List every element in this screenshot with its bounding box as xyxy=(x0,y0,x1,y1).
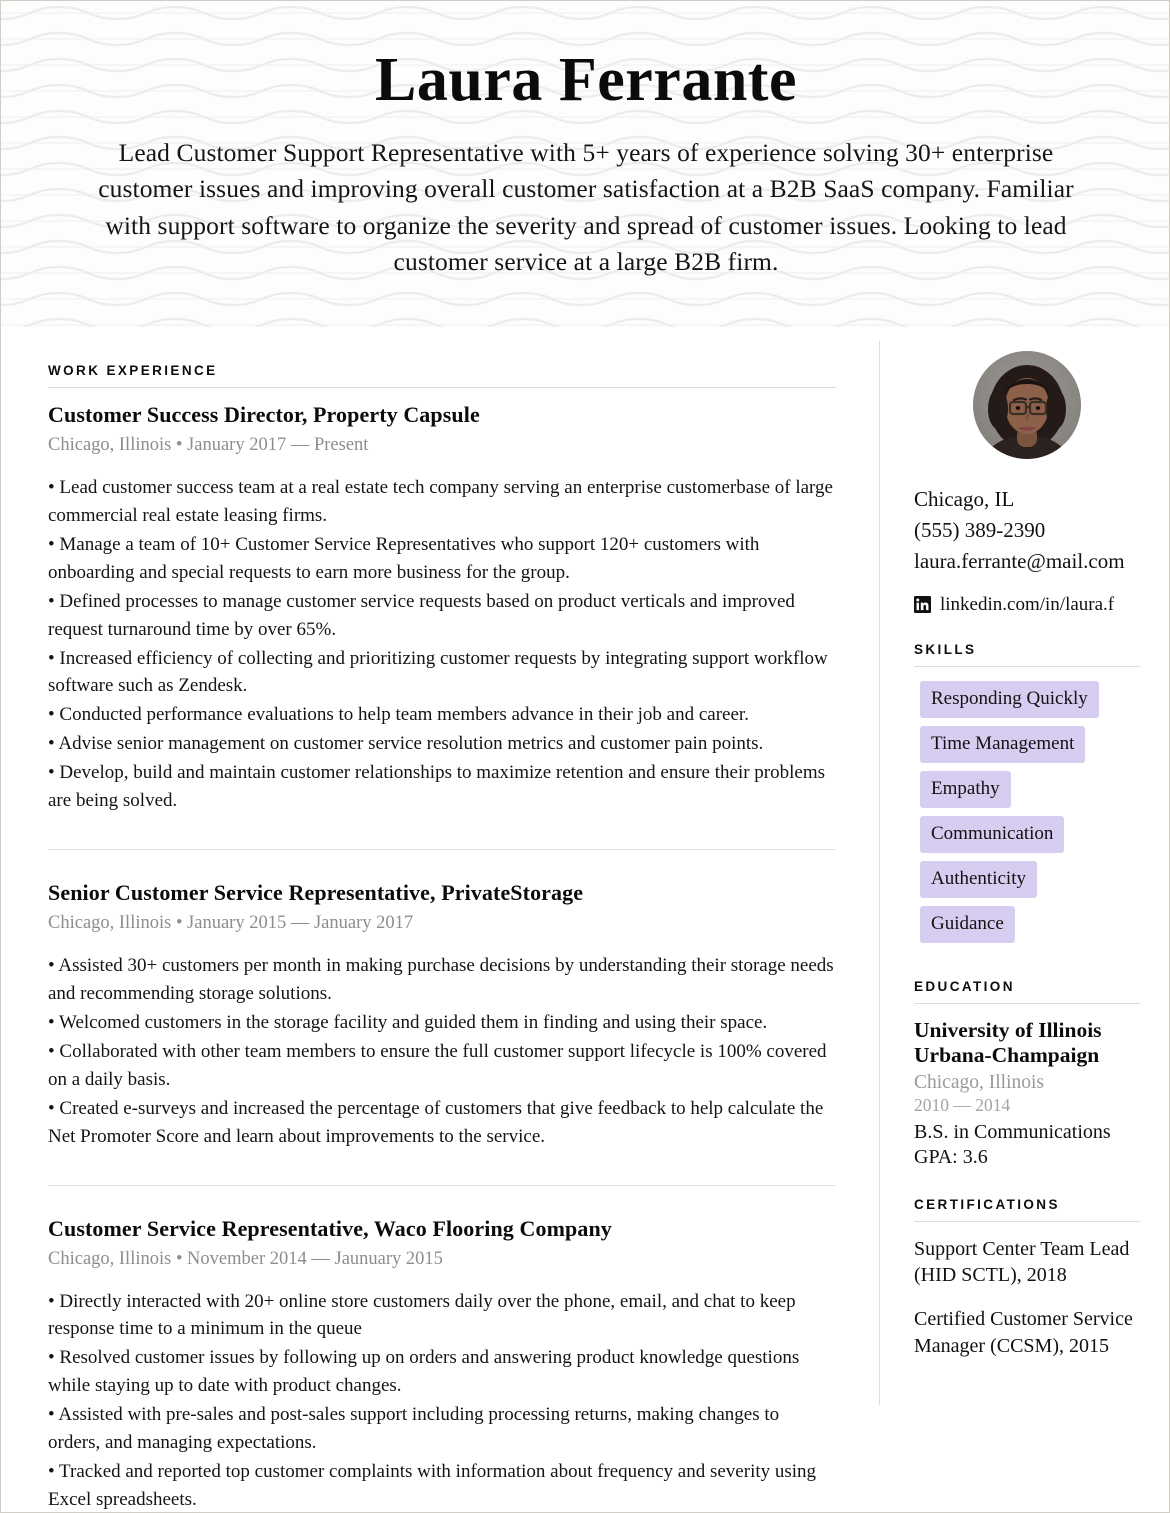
certification-item: Certified Customer Service Manager (CCSM… xyxy=(914,1307,1133,1357)
job-bullet: • Assisted with pre-sales and post-sales… xyxy=(48,1404,780,1454)
section-rule-skills xyxy=(914,665,1140,667)
sidebar-column: Chicago, IL (555) 389-2390 laura.ferrant… xyxy=(914,351,1140,1376)
skill-pill: Empathy xyxy=(920,770,1011,808)
job-bullet: • Welcomed customers in the storage faci… xyxy=(48,1011,768,1033)
linkedin-url-text: linkedin.com/in/laura.f xyxy=(940,593,1115,615)
job-bullet: • Manage a team of 10+ Customer Service … xyxy=(48,533,760,583)
job-bullet: • Defined processes to manage customer s… xyxy=(48,590,795,640)
linkedin-icon xyxy=(914,596,931,614)
contact-email[interactable]: laura.ferrante@mail.com xyxy=(914,547,1140,576)
work-experience-entry: Customer Success Director, Property Caps… xyxy=(48,402,836,815)
education-school: University of Illinois Urbana-Champaign xyxy=(914,1017,1102,1067)
section-rule xyxy=(48,387,836,388)
section-rule-certifications xyxy=(914,1220,1140,1222)
skill-pill: Time Management xyxy=(920,725,1086,763)
education-gpa: GPA: 3.6 xyxy=(914,1145,988,1168)
certification-item: Support Center Team Lead (HID SCTL), 201… xyxy=(914,1237,1130,1287)
skill-pill: Responding Quickly xyxy=(920,680,1099,718)
job-bullet: • Tracked and reported top customer comp… xyxy=(48,1461,817,1510)
section-heading-work-experience: WORK EXPERIENCE xyxy=(48,363,218,378)
job-title: Customer Service Representative, Waco Fl… xyxy=(48,1215,612,1241)
section-heading-skills: SKILLS xyxy=(914,641,977,657)
education-degree: B.S. in Communications xyxy=(914,1120,1111,1143)
main-column: WORK EXPERIENCE Customer Success Directo… xyxy=(48,363,836,1512)
skill-pill: Communication xyxy=(920,815,1065,853)
job-bullet: • Conducted performance evaluations to h… xyxy=(48,704,749,726)
education-dates: 2010 — 2014 xyxy=(914,1094,1011,1115)
profile-photo-icon xyxy=(973,351,1081,459)
avatar-container xyxy=(914,351,1140,459)
job-separator xyxy=(48,1184,836,1186)
column-divider xyxy=(879,341,880,1405)
job-bullet: • Collaborated with other team members t… xyxy=(48,1040,827,1090)
section-heading-education: EDUCATION xyxy=(914,978,1015,994)
job-bullet: • Advise senior management on customer s… xyxy=(48,733,764,755)
job-bullet-list: • Assisted 30+ customers per month in ma… xyxy=(48,952,836,1150)
page-title: Laura Ferrante xyxy=(375,46,797,114)
job-bullet: • Directly interacted with 20+ online st… xyxy=(48,1290,796,1340)
professional-summary: Lead Customer Support Representative wit… xyxy=(98,138,1074,276)
skills-list: Responding Quickly Time Management Empathy… xyxy=(914,680,1140,951)
job-title: Customer Success Director, Property Caps… xyxy=(48,402,480,427)
education-entry: University of Illinois Urbana-Champaign … xyxy=(914,1018,1140,1169)
job-bullet: • Develop, build and maintain customer r… xyxy=(48,762,826,812)
job-bullet: • Resolved customer issues by following … xyxy=(48,1347,800,1397)
job-bullet: • Assisted 30+ customers per month in ma… xyxy=(48,955,834,1004)
job-meta: Chicago, Illinois • November 2014 — Jaun… xyxy=(48,1248,443,1269)
resume-header: Laura Ferrante Lead Customer Support Rep… xyxy=(1,1,1169,327)
work-experience-entry: Senior Customer Service Representative, … xyxy=(48,880,836,1150)
job-bullet: • Created e-surveys and increased the pe… xyxy=(48,1097,824,1147)
avatar xyxy=(973,351,1081,459)
job-separator xyxy=(48,849,836,851)
resume-body: WORK EXPERIENCE Customer Success Directo… xyxy=(1,327,1169,1512)
work-experience-entry: Customer Service Representative, Waco Fl… xyxy=(48,1215,836,1512)
contact-location: Chicago, IL xyxy=(914,487,1015,511)
job-bullet: • Lead customer success team at a real e… xyxy=(48,477,833,526)
skill-pill: Guidance xyxy=(920,905,1015,943)
education-location: Chicago, Illinois xyxy=(914,1071,1044,1093)
job-title: Senior Customer Service Representative, … xyxy=(48,880,584,906)
job-bullet-list: • Directly interacted with 20+ online st… xyxy=(48,1288,836,1512)
skill-pill: Authenticity xyxy=(920,860,1037,898)
section-rule-education xyxy=(914,1002,1140,1004)
work-experience-list: Customer Success Director, Property Caps… xyxy=(48,402,836,1512)
job-bullet: • Increased efficiency of collecting and… xyxy=(48,647,828,697)
job-bullet-list: • Lead customer success team at a real e… xyxy=(48,474,836,815)
resume-page: Laura Ferrante Lead Customer Support Rep… xyxy=(0,0,1170,1513)
section-heading-certifications: CERTIFICATIONS xyxy=(914,1196,1060,1212)
certifications-list: Support Center Team Lead (HID SCTL), 201… xyxy=(914,1236,1140,1359)
contact-linkedin[interactable]: linkedin.com/in/laura.f xyxy=(914,594,1140,616)
contact-phone[interactable]: (555) 389-2390 xyxy=(914,516,1140,545)
job-meta: Chicago, Illinois • January 2017 — Prese… xyxy=(48,435,369,455)
job-meta: Chicago, Illinois • January 2015 — Janua… xyxy=(48,913,414,934)
